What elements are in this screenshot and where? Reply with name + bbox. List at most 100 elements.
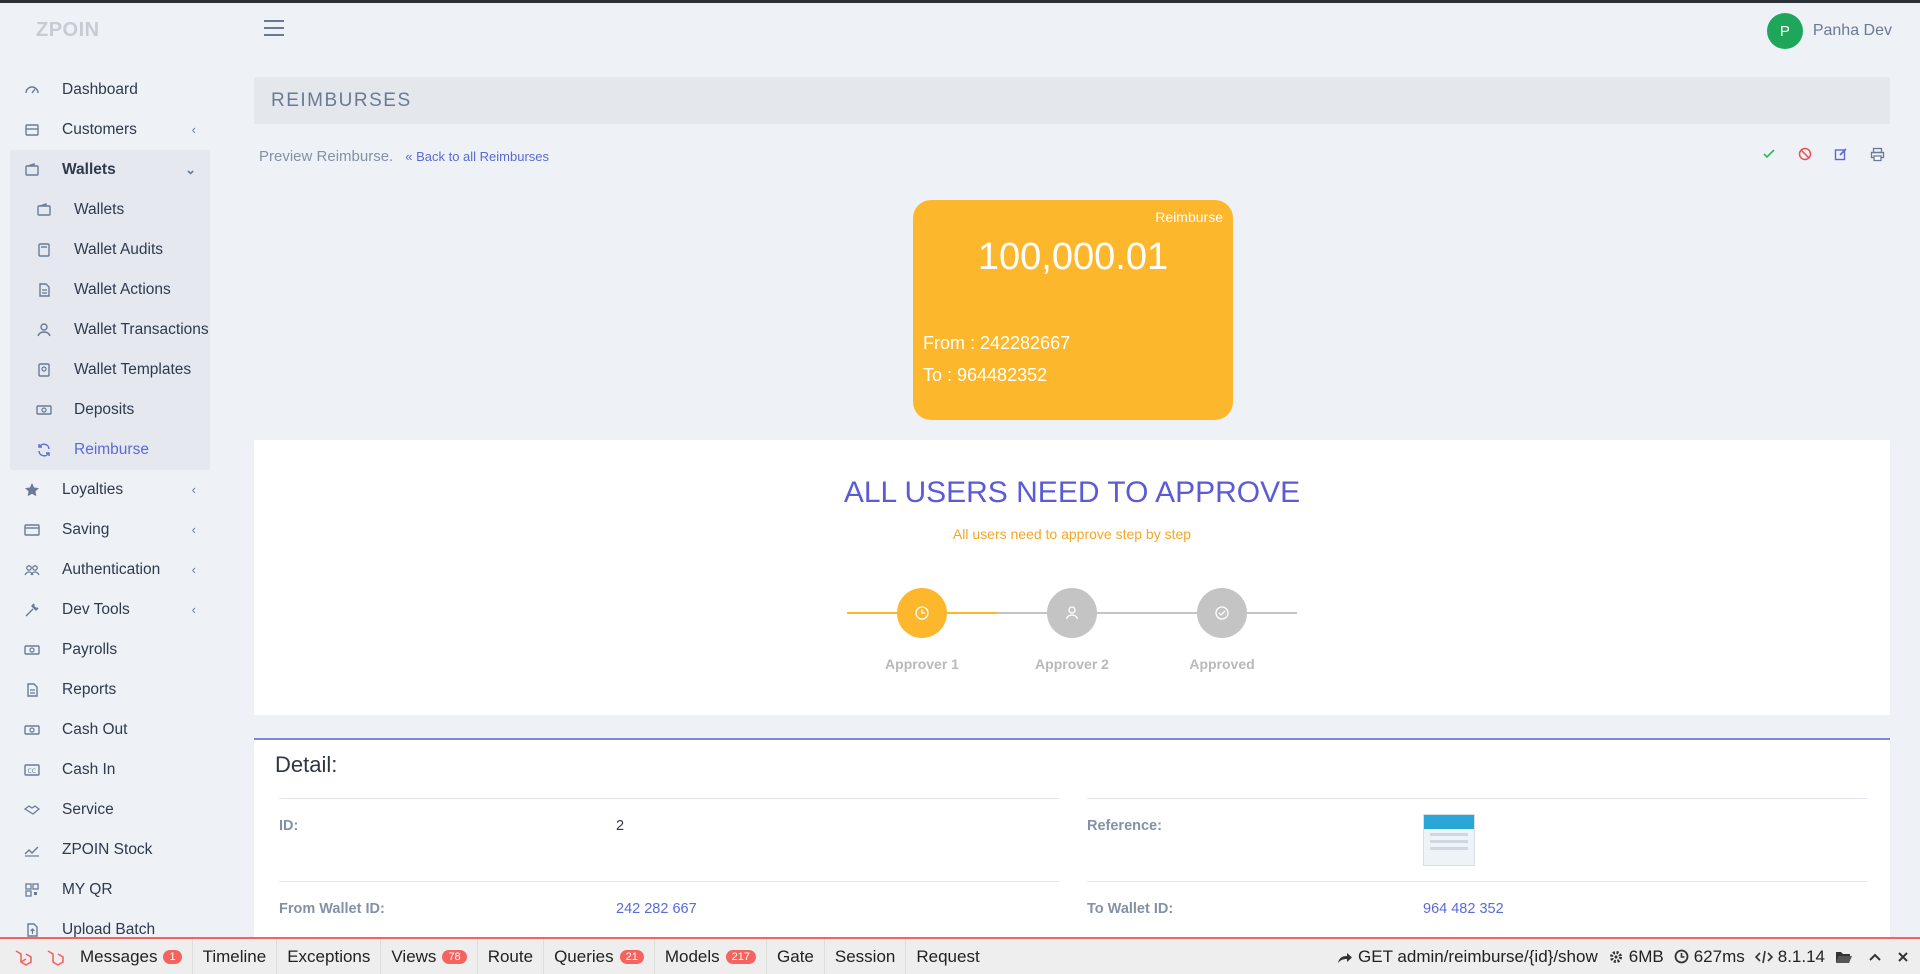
share-arrow-icon	[1338, 952, 1353, 963]
debug-tab-route[interactable]: Route	[478, 939, 545, 974]
chevron-left-icon: ‹	[191, 602, 196, 617]
avatar[interactable]: P	[1766, 13, 1803, 49]
card-amount: 100,000.01	[977, 236, 1169, 278]
card-to: To : 964482352	[923, 365, 1048, 385]
sidebar-item-my-qr[interactable]: MY QR	[10, 870, 210, 910]
print-icon[interactable]	[1866, 143, 1888, 165]
step-approver-2: Approver 2	[997, 588, 1147, 672]
debug-tab-label: Models	[664, 946, 720, 966]
sidebar-subitem-reimburse[interactable]: Reimburse	[10, 430, 210, 470]
money-icon	[34, 400, 54, 420]
divider	[1087, 798, 1867, 799]
step-approver-1: Approver 1	[847, 588, 997, 672]
cc-icon: CC	[22, 760, 42, 780]
user-icon	[34, 320, 54, 340]
folder-open-icon[interactable]	[1835, 950, 1858, 964]
debug-tab-messages[interactable]: Messages 1	[70, 939, 193, 974]
check-circle-icon	[1197, 588, 1247, 638]
sidebar-subitem-label: Reimburse	[74, 441, 149, 458]
sidebar-subitem-wallet-transactions[interactable]: Wallet Transactions	[10, 310, 210, 350]
sidebar-subitem-deposits[interactable]: Deposits	[10, 390, 210, 430]
sidebar-item-cash-out[interactable]: Cash Out	[10, 710, 210, 750]
sidebar-item-zpoin-stock[interactable]: ZPOIN Stock	[10, 830, 210, 870]
edit-icon[interactable]	[1830, 143, 1852, 165]
step-approved: Approved	[1147, 588, 1297, 672]
sidebar-item-dashboard[interactable]: Dashboard	[10, 70, 210, 110]
menu-toggle-button[interactable]	[264, 20, 284, 36]
sidebar-item-label: Saving	[62, 521, 110, 538]
debug-tab-label: Timeline	[202, 946, 267, 966]
wallet-icon	[34, 200, 54, 220]
chart-line-icon	[22, 840, 42, 860]
sidebar-item-payrolls[interactable]: Payrolls	[10, 630, 210, 670]
chevron-down-icon: ⌄	[185, 162, 196, 177]
debug-tab-label: Messages	[80, 946, 158, 966]
debug-tab-models[interactable]: Models 217	[655, 939, 768, 974]
debug-tab-queries[interactable]: Queries 21	[544, 939, 655, 974]
people-icon	[22, 560, 42, 580]
sidebar-item-reports[interactable]: Reports	[10, 670, 210, 710]
chevron-left-icon: ‹	[191, 522, 196, 537]
sidebar-item-saving[interactable]: Saving ‹	[10, 510, 210, 550]
debug-memory-text: 6MB	[1628, 946, 1664, 966]
back-link[interactable]: « Back to all Reimburses	[405, 149, 549, 164]
from-wallet-link[interactable]: 242 282 667	[616, 901, 697, 917]
sidebar-subitem-wallets[interactable]: Wallets	[10, 190, 210, 230]
sidebar-item-loyalties[interactable]: Loyalties ‹	[10, 470, 210, 510]
sidebar-item-wallets[interactable]: Wallets ⌄	[10, 150, 210, 190]
chevron-left-icon: ‹	[191, 482, 196, 497]
approve-check-icon[interactable]	[1758, 143, 1780, 165]
sidebar-item-label: Cash In	[62, 761, 116, 778]
sidebar-item-dev-tools[interactable]: Dev Tools ‹	[10, 590, 210, 630]
debug-tab-timeline[interactable]: Timeline	[193, 939, 278, 974]
debug-bar-info: GET admin/reimburse/{id}/show 6MB 627ms …	[1327, 939, 1914, 974]
sidebar-subitem-wallet-audits[interactable]: Wallet Audits	[10, 230, 210, 270]
reimburse-card: Reimburse 100,000.01 From : 242282667 To…	[913, 200, 1233, 420]
sidebar-subitem-label: Wallets	[74, 201, 125, 218]
cogs-icon	[1609, 950, 1622, 963]
top-border	[0, 0, 1920, 3]
debug-tab-session[interactable]: Session	[825, 939, 907, 974]
app-logo[interactable]: ZPOIN	[36, 19, 100, 42]
to-wallet-link[interactable]: 964 482 352	[1423, 901, 1504, 917]
sidebar-subitem-wallet-templates[interactable]: Wallet Templates	[10, 350, 210, 390]
reference-thumbnail[interactable]	[1423, 814, 1475, 866]
debug-route[interactable]: GET admin/reimburse/{id}/show	[1337, 947, 1598, 967]
debug-tab-exceptions[interactable]: Exceptions	[277, 939, 382, 974]
reject-ban-icon[interactable]	[1794, 143, 1816, 165]
chevron-left-icon: ‹	[191, 122, 196, 137]
refresh-icon	[34, 440, 54, 460]
reference-label: Reference:	[1087, 818, 1162, 834]
sidebar-group-wallets: Wallets ⌄ Wallets Wallet Audits Wallet A…	[10, 150, 210, 470]
debug-tab-request[interactable]: Request	[906, 939, 989, 974]
sidebar-item-service[interactable]: Service	[10, 790, 210, 830]
debug-tab-label: Gate	[777, 946, 814, 966]
debug-time-text: 627ms	[1693, 946, 1745, 966]
card-from: From : 242282667	[923, 333, 1071, 353]
debug-tab-label: Queries	[554, 946, 614, 966]
sidebar-item-customers[interactable]: Customers ‹	[10, 110, 210, 150]
back-link-label: Back to all Reimburses	[416, 149, 550, 164]
qr-code-icon	[22, 880, 42, 900]
sidebar-item-label: Dashboard	[62, 81, 138, 98]
laravel-logo-icon[interactable]	[8, 942, 38, 972]
thumbnail-line	[1430, 833, 1468, 836]
card-badge: Reimburse	[1155, 209, 1223, 225]
money-icon	[22, 720, 42, 740]
user-menu[interactable]: P Panha Dev	[1766, 13, 1892, 49]
detail-title: Detail:	[275, 752, 338, 777]
page-title: REIMBURSES	[271, 90, 412, 111]
sidebar-subitem-wallet-actions[interactable]: Wallet Actions	[10, 270, 210, 310]
sidebar-item-cash-in[interactable]: CC Cash In	[10, 750, 210, 790]
chevron-up-icon[interactable]	[1868, 952, 1887, 962]
debug-tab-views[interactable]: Views 78	[381, 939, 478, 974]
debug-tab-gate[interactable]: Gate	[767, 939, 825, 974]
calculator-icon	[34, 240, 54, 260]
sidebar-item-label: Dev Tools	[62, 601, 130, 618]
action-toolbar	[1744, 143, 1888, 165]
sidebar-item-authentication[interactable]: Authentication ‹	[10, 550, 210, 590]
debugbar-toggle-icon[interactable]	[40, 942, 70, 972]
user-name[interactable]: Panha Dev	[1813, 22, 1892, 40]
subheader: Preview Reimburse. « Back to all Reimbur…	[259, 148, 549, 165]
close-icon[interactable]	[1897, 951, 1914, 963]
